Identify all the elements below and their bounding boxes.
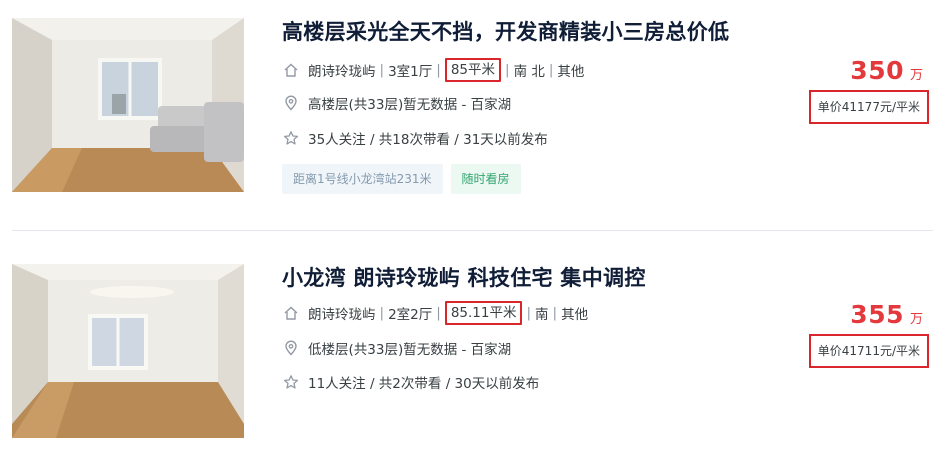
area-text: 85平米 [444, 58, 501, 82]
position-text[interactable]: 高楼层(共33层)暂无数据 - 百家湖 [308, 93, 511, 113]
house-info: 朗诗玲珑屿 | 2室2厅 | 85.11平米 | 南 | 其他 [282, 301, 588, 325]
separator: | [436, 62, 441, 78]
house-icon [282, 61, 300, 79]
position-info: 低楼层(共33层)暂无数据 - 百家湖 [282, 336, 511, 360]
house-icon [282, 304, 300, 322]
house-info: 朗诗玲珑屿 | 3室1厅 | 85平米 | 南 北 | 其他 [282, 58, 584, 82]
community-link[interactable]: 朗诗玲珑屿 [308, 60, 376, 80]
listing-title[interactable]: 高楼层采光全天不挡，开发商精装小三房总价低 [282, 16, 729, 46]
separator: | [379, 305, 385, 321]
separator: | [505, 62, 510, 78]
total-price-value: 355 [850, 300, 904, 329]
room-photo-image [12, 18, 244, 192]
separator: | [548, 62, 554, 78]
star-icon [282, 129, 300, 147]
star-icon [282, 373, 300, 391]
separator: | [526, 305, 532, 321]
price-unit: 万 [909, 68, 923, 83]
separator: | [379, 62, 385, 78]
location-pin-icon [282, 339, 300, 357]
orientation-text: 南 [535, 307, 549, 323]
room-photo-image [12, 264, 244, 438]
total-price: 350 万 [850, 56, 923, 85]
separator: | [552, 305, 558, 321]
layout-text: 2室2厅 [388, 307, 433, 323]
total-price: 355 万 [850, 300, 923, 329]
listing-photo[interactable] [12, 264, 244, 438]
follow-info: 11人关注 / 共2次带看 / 30天以前发布 [282, 370, 539, 394]
listing-divider [12, 230, 933, 231]
listing-card[interactable]: 高楼层采光全天不挡，开发商精装小三房总价低 朗诗玲珑屿 | 3室1厅 | 85平… [0, 0, 945, 230]
community-link[interactable]: 朗诗玲珑屿 [308, 303, 376, 323]
listing-photo[interactable] [12, 18, 244, 192]
unit-price: 单价41711元/平米 [808, 334, 929, 368]
listing-title[interactable]: 小龙湾 朗诗玲珑屿 科技住宅 集中调控 [282, 262, 646, 292]
tag-list: 距离1号线小龙湾站231米 随时看房 [282, 164, 521, 194]
unit-price: 单价41177元/平米 [808, 90, 929, 124]
follow-info: 35人关注 / 共18次带看 / 31天以前发布 [282, 126, 548, 150]
layout-text: 3室1厅 [388, 64, 433, 80]
position-info: 高楼层(共33层)暂无数据 - 百家湖 [282, 91, 511, 115]
orientation-text: 南 北 [513, 64, 545, 80]
decoration-text: 其他 [561, 307, 589, 323]
subway-tag: 距离1号线小龙湾站231米 [282, 164, 443, 194]
follow-text: 11人关注 / 共2次带看 / 30天以前发布 [308, 376, 540, 392]
total-price-value: 350 [850, 56, 904, 85]
listing-card[interactable]: 小龙湾 朗诗玲珑屿 科技住宅 集中调控 朗诗玲珑屿 | 2室2厅 | 85.11… [0, 250, 945, 454]
location-pin-icon [282, 94, 300, 112]
position-text[interactable]: 低楼层(共33层)暂无数据 - 百家湖 [308, 338, 511, 358]
follow-text: 35人关注 / 共18次带看 / 31天以前发布 [308, 132, 548, 148]
area-text: 85.11平米 [444, 301, 523, 325]
visit-anytime-tag: 随时看房 [450, 164, 521, 194]
separator: | [436, 305, 441, 321]
decoration-text: 其他 [557, 64, 585, 80]
price-unit: 万 [909, 312, 923, 327]
